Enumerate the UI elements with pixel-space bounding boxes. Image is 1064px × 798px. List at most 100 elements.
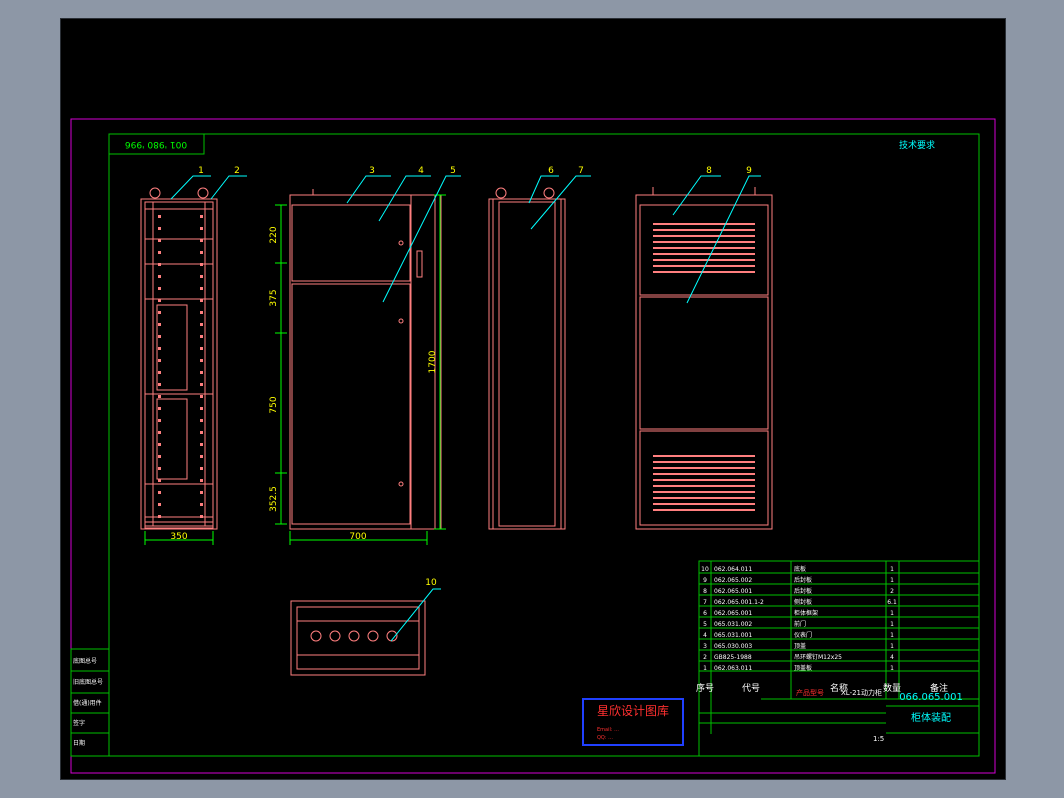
frame-hole	[200, 419, 203, 422]
callout-2: 2	[234, 166, 240, 176]
inner-border	[108, 133, 980, 757]
product-model: XL-21动力柜	[841, 688, 882, 697]
frame-hole	[200, 251, 203, 254]
frame-hole	[158, 263, 161, 266]
frame-hole	[158, 371, 161, 374]
frame-hole	[200, 515, 203, 518]
bom-row-qty: 1	[890, 577, 894, 584]
callout-8: 8	[706, 166, 712, 176]
frame-hole	[158, 491, 161, 494]
bom-row-qty: 4	[890, 654, 894, 661]
drawing-canvas: 001 '980 '996 技术要求 底图总号旧底图总号借(通)用件签字日期 3…	[70, 118, 996, 774]
callout-7: 7	[578, 166, 584, 176]
vent-slot	[653, 485, 755, 487]
svg-text:QQ: ...: QQ: ...	[597, 735, 613, 741]
frame-hole	[158, 239, 161, 242]
bom-row-code: 065.031.001	[714, 632, 752, 639]
callout-10: 10	[425, 578, 437, 588]
frame-hole	[200, 443, 203, 446]
bom-row-no: 10	[701, 566, 709, 573]
vent-slot	[653, 259, 755, 261]
dimension-lines	[144, 194, 446, 545]
frame-hole	[158, 299, 161, 302]
bom-row-name: 吊环螺钉M12x25	[794, 653, 842, 661]
outer-frame	[70, 118, 996, 774]
scale-value: 1:5	[873, 735, 884, 743]
vent-slot	[653, 235, 755, 237]
frame-hole	[200, 431, 203, 434]
bom-row-name: 后封板	[794, 587, 812, 595]
callout-3: 3	[369, 166, 375, 176]
left-strip-label: 借(通)用件	[73, 699, 102, 707]
frame-hole	[158, 503, 161, 506]
frame-hole	[158, 287, 161, 290]
frame-hole	[200, 215, 203, 218]
frame-hole	[158, 251, 161, 254]
watermark-title: 星欣设计图库	[597, 703, 669, 718]
bom-row-qty: 2	[890, 588, 894, 595]
svg-text:序号: 序号	[696, 682, 714, 694]
bom-row-code: 062.064.011	[714, 566, 752, 573]
frame-hole	[158, 275, 161, 278]
frame-hole	[200, 227, 203, 230]
frame-hole	[158, 467, 161, 470]
bom-row-code: 062.065.001	[714, 588, 752, 595]
bom-row-no: 7	[703, 599, 707, 606]
bom-row-qty: 1	[890, 566, 894, 573]
frame-hole	[200, 407, 203, 410]
bom-row-no: 3	[703, 643, 707, 650]
bom-row-qty: 6.1	[887, 599, 897, 606]
dim-width-side: 350	[170, 532, 187, 542]
frame-hole	[158, 443, 161, 446]
vent-slot	[653, 509, 755, 511]
bom-row-name: 侧封板	[794, 598, 812, 606]
vent-slot	[653, 241, 755, 243]
frame-hole	[158, 311, 161, 314]
bom-row-qty: 1	[890, 621, 894, 628]
vent-slot	[653, 497, 755, 499]
frame-hole	[200, 359, 203, 362]
header-label: 001 '980 '996	[125, 139, 187, 149]
bom-rows: 10 062.064.011 底板 1 9 062.065.002 后封板 1 8 062.065…	[699, 565, 979, 672]
frame-hole	[200, 383, 203, 386]
bom-row-no: 8	[703, 588, 707, 595]
watermark-box: 星欣设计图库 Email: ... QQ: ...	[582, 698, 684, 746]
bom-row-name: 底板	[794, 565, 806, 573]
cad-viewport[interactable]: 001 '980 '996 技术要求 底图总号 旧底图总号 借(通)用件 签字 日期	[60, 18, 1006, 780]
frame-hole	[158, 215, 161, 218]
frame-hole	[158, 227, 161, 230]
frame-hole	[158, 335, 161, 338]
dim-seg2: 375	[269, 289, 279, 306]
vent-slot	[653, 455, 755, 457]
bom-row-code: 062.065.001.1-2	[714, 599, 764, 606]
vent-slot	[653, 491, 755, 493]
frame-hole	[200, 299, 203, 302]
callout-1: 1	[198, 166, 204, 176]
rear-vent-slots	[653, 223, 755, 511]
bom-row-name: 后封板	[794, 576, 812, 584]
frame-hole	[158, 347, 161, 350]
vent-slot	[653, 265, 755, 267]
bom-row-code: 065.030.003	[714, 643, 752, 650]
callout-4: 4	[418, 166, 424, 176]
dim-seg3: 750	[269, 396, 279, 413]
bom-row-no: 4	[703, 632, 707, 639]
rear-view	[635, 187, 773, 530]
bom-row-no: 9	[703, 577, 707, 584]
vent-slot	[653, 223, 755, 225]
left-strip-label: 签字	[73, 719, 85, 727]
vent-slot	[653, 247, 755, 249]
frame-hole	[158, 407, 161, 410]
frame-hole	[200, 323, 203, 326]
callout-9: 9	[746, 166, 752, 176]
bom-row-qty: 1	[890, 610, 894, 617]
frame-hole	[200, 491, 203, 494]
bom-row-qty: 1	[890, 643, 894, 650]
left-strip-label: 底图总号	[73, 657, 97, 665]
dim-height-total: 1700	[428, 350, 438, 373]
side-view	[488, 187, 566, 530]
frame-hole	[158, 431, 161, 434]
left-strip-label: 旧底图总号	[73, 678, 103, 686]
frame-hole	[200, 239, 203, 242]
drawing-number: 066.065.001	[899, 692, 963, 703]
